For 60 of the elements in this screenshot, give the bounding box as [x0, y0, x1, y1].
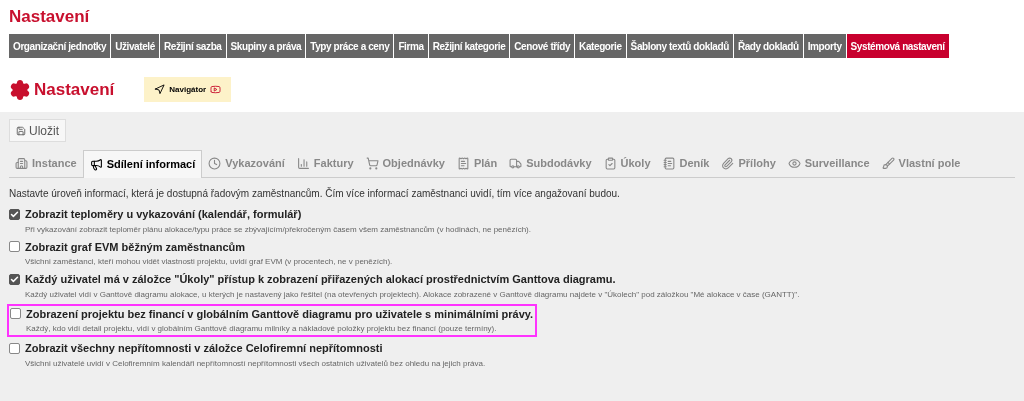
brush-icon: [881, 157, 895, 170]
nav-tab[interactable]: Cenové třídy: [510, 34, 575, 58]
settings-tab[interactable]: Vykazování: [202, 150, 291, 177]
option-description: Všichni uživatelé uvidí v Celofiremním kalendáři nepřítomností nepřítomnosti všech ostatních uživatelů bez ohledu na jejich práva.: [25, 357, 486, 370]
option-title: Zobrazit všechny nepřítomnosti v záložce Celofiremní nepřítomnosti: [25, 341, 383, 356]
option-description: Každý uživatel vidí v Ganttově diagramu alokace, u kterých je nastavený jako řešitel (na otevřených projektech). Alokace zobrazené v Ganttově diagramu najdete v "Úkolech" pod záložkou "Mé alokace v čase (GANTT)".: [25, 288, 800, 301]
intro-text: Nastavte úroveň informací, která je dostupná řadovým zaměstnancům. Čím více informací zaměstnanci uvidí, tím více angažovaní budou.: [9, 186, 620, 201]
nav-tab[interactable]: Šablony textů dokladů: [626, 34, 733, 58]
checkbox[interactable]: [10, 308, 21, 320]
option-description: Při vykazování zobrazit teploměr plánu alokace/typu práce se zbývajícím/překročeným časem všem zaměstnancům (v hodinách, ne penězích).: [25, 223, 531, 236]
nav-tab[interactable]: Typy práce a ceny: [306, 34, 394, 58]
checkbox[interactable]: [9, 342, 20, 354]
nav-tab[interactable]: Řady dokladů: [733, 34, 803, 58]
checkbox[interactable]: [9, 208, 20, 220]
option-description: Všichni zaměstanci, kteří mohou vidět vlastnosti projektu, uvidí graf EVM (v procentech, ne v penězích).: [25, 256, 393, 268]
receipt-icon: [456, 157, 470, 170]
settings-tab[interactable]: Objednávky: [359, 150, 451, 177]
clipboard-check-icon: [603, 157, 617, 170]
nav-tab[interactable]: Režijní kategorie: [428, 34, 510, 58]
settings-tab[interactable]: Přílohy: [715, 150, 782, 177]
building-icon: [15, 157, 28, 170]
settings-tab[interactable]: Faktury: [290, 150, 360, 177]
settings-tab[interactable]: Úkoly: [597, 150, 657, 177]
settings-tab[interactable]: Instance: [9, 150, 83, 177]
nav-tab[interactable]: Skupiny a práva: [226, 34, 306, 58]
eye-icon: [787, 157, 801, 170]
bar-chart-icon: [296, 157, 310, 170]
nav-tab[interactable]: Systémová nastavení: [846, 34, 949, 58]
option-description: Každý, kdo vidí detail projektu, vidí v globálním Ganttově diagramu milníky a nákladové položky projektu bez financí (pouze termíny).: [26, 323, 498, 335]
navigation-icon: [154, 84, 166, 95]
settings-tab[interactable]: Vlastní pole: [875, 150, 967, 177]
page-title: Nastavení: [9, 7, 90, 27]
save-icon: [16, 125, 26, 136]
nav-tab[interactable]: Režijní sazba: [159, 34, 226, 58]
settings-tab[interactable]: Sdílení informací: [82, 150, 203, 178]
nav-tab[interactable]: Kategorie: [575, 34, 626, 58]
navigator-button[interactable]: Navigátor: [144, 77, 232, 102]
settings-tab[interactable]: Plán: [450, 150, 504, 177]
megaphone-icon: [89, 158, 103, 171]
settings-tab[interactable]: Surveillance: [781, 150, 876, 177]
cart-icon: [365, 157, 379, 170]
save-button[interactable]: Uložit: [9, 119, 66, 142]
nav-tab[interactable]: Organizační jednotky: [9, 34, 111, 58]
checkbox[interactable]: [9, 273, 20, 285]
settings-tab[interactable]: Deník: [656, 150, 716, 177]
nav-tab[interactable]: Uživatelé: [111, 34, 159, 58]
nav-tab[interactable]: Importy: [803, 34, 846, 58]
checkbox[interactable]: [9, 241, 20, 253]
option-title: Zobrazit teploměry u vykazování (kalendář, formulář): [25, 207, 302, 222]
section-title: Nastavení: [34, 78, 115, 101]
option-title: Zobrazení projektu bez financí v globálním Ganttově diagramu pro uživatele s minimálními právy.: [26, 306, 534, 322]
paperclip-icon: [721, 157, 735, 170]
clock-icon: [208, 157, 222, 170]
option-title: Zobrazit graf EVM běžným zaměstnancům: [25, 239, 246, 255]
option-title: Každý uživatel má v záložce "Úkoly" přístup k zobrazení přiřazených alokací prostřednictvím Ganttova diagramu.: [25, 272, 616, 287]
notebook-icon: [662, 157, 676, 170]
settings-tab[interactable]: Subdodávky: [503, 150, 598, 177]
video-icon: [210, 84, 222, 95]
truck-icon: [509, 157, 523, 170]
nav-tab[interactable]: Firma: [394, 34, 428, 58]
